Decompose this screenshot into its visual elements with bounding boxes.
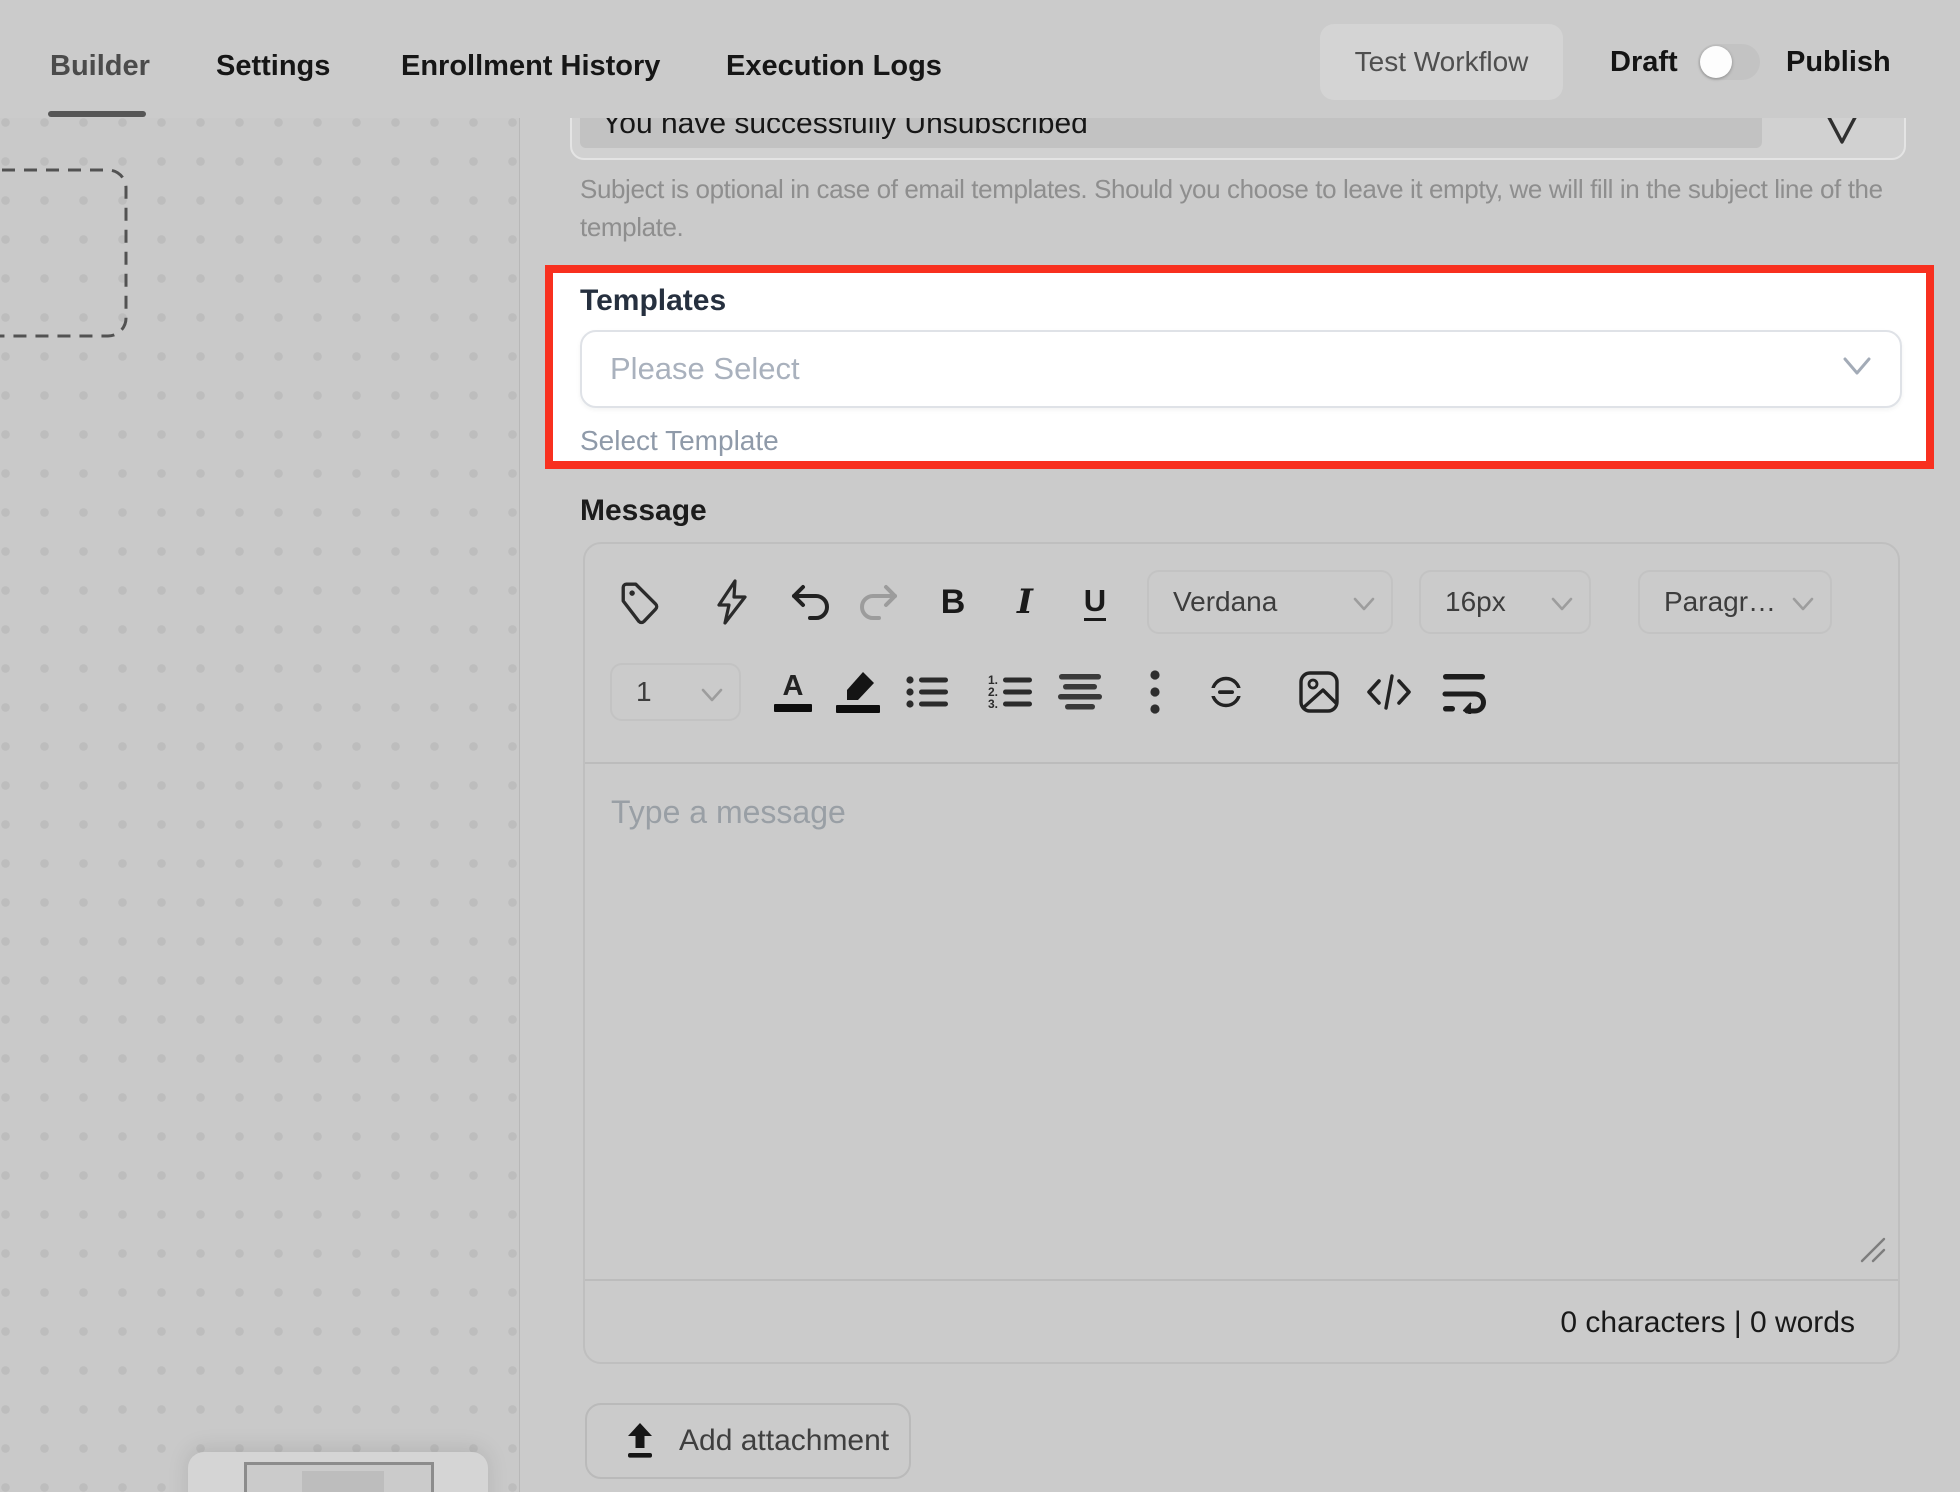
- highlight-color-button[interactable]: [830, 664, 886, 720]
- font-size-dropdown[interactable]: 16px: [1419, 570, 1591, 634]
- chevron-down-icon: [1353, 597, 1375, 611]
- highlight-box: Templates Please Select Select Template: [545, 265, 1934, 469]
- chevron-down-icon: [1551, 597, 1573, 611]
- message-editor: B I U Verdana 16px Paragr…: [583, 542, 1900, 1364]
- font-size-value: 16px: [1445, 586, 1506, 618]
- bullet-list-button[interactable]: [899, 664, 955, 720]
- message-input[interactable]: Type a message: [611, 794, 846, 831]
- paragraph-format-dropdown[interactable]: Paragr…: [1638, 570, 1832, 634]
- svg-text:3.: 3.: [988, 697, 998, 711]
- tag-icon: [618, 579, 664, 625]
- align-button[interactable]: [1052, 664, 1108, 720]
- underline-label: U: [1084, 584, 1106, 621]
- italic-button[interactable]: I: [997, 574, 1053, 630]
- kebab-menu-icon: [1149, 669, 1161, 715]
- image-icon: [1297, 670, 1341, 714]
- code-icon: [1365, 672, 1413, 712]
- line-height-value: 1: [636, 676, 652, 708]
- wrap-text-button[interactable]: [1437, 664, 1493, 720]
- node-settings-panel: You have successfully Unsubscribed Subje…: [521, 118, 1960, 1492]
- chevron-down-icon: [1792, 597, 1814, 611]
- chevron-down-icon: [701, 688, 723, 702]
- tab-builder[interactable]: Builder: [50, 50, 150, 83]
- template-select-placeholder: Please Select: [610, 332, 800, 406]
- link-icon: [1204, 675, 1248, 709]
- code-button[interactable]: [1361, 664, 1417, 720]
- redo-button[interactable]: [850, 574, 906, 630]
- subject-combobox[interactable]: You have successfully Unsubscribed: [570, 118, 1906, 160]
- bold-button[interactable]: B: [925, 574, 981, 630]
- message-label: Message: [580, 494, 707, 528]
- workflow-node-placeholder[interactable]: [0, 168, 130, 340]
- workflow-builder-app: You have successfully Unsubscribed Subje…: [0, 0, 1960, 1492]
- tag-button[interactable]: [613, 574, 669, 630]
- workflow-canvas[interactable]: [0, 118, 520, 1492]
- test-workflow-button[interactable]: Test Workflow: [1320, 24, 1563, 100]
- bold-label: B: [941, 583, 966, 622]
- align-icon: [1057, 672, 1103, 712]
- subject-helper-text: Subject is optional in case of email tem…: [580, 170, 1920, 246]
- toggle-knob: [1700, 46, 1732, 78]
- draft-label: Draft: [1610, 46, 1678, 79]
- bullet-list-icon: [904, 672, 950, 712]
- top-navigation: Builder Settings Enrollment History Exec…: [0, 0, 1960, 118]
- toolbar-divider: [585, 762, 1898, 764]
- tab-settings[interactable]: Settings: [216, 50, 330, 83]
- templates-label: Templates: [580, 284, 726, 318]
- tab-enrollment-history[interactable]: Enrollment History: [401, 50, 660, 83]
- text-color-letter: A: [783, 672, 804, 700]
- canvas-minimap[interactable]: [188, 1452, 488, 1492]
- dynamic-content-button[interactable]: [704, 574, 760, 630]
- upload-icon: [623, 1422, 657, 1460]
- text-color-swatch: [774, 704, 812, 712]
- paragraph-format-value: Paragr…: [1664, 586, 1776, 618]
- add-attachment-button[interactable]: Add attachment: [585, 1403, 911, 1479]
- minimap-frame: [244, 1462, 434, 1492]
- italic-label: I: [1017, 582, 1033, 622]
- line-height-dropdown[interactable]: 1: [610, 663, 741, 721]
- subject-input[interactable]: You have successfully Unsubscribed: [580, 118, 1762, 148]
- lightning-icon: [711, 578, 753, 626]
- link-button[interactable]: [1198, 664, 1254, 720]
- tab-execution-logs[interactable]: Execution Logs: [726, 50, 942, 83]
- font-family-value: Verdana: [1173, 586, 1277, 618]
- underline-button[interactable]: U: [1067, 574, 1123, 630]
- chevron-down-icon: [1818, 118, 1866, 148]
- wrap-text-icon: [1441, 670, 1489, 714]
- chevron-down-icon: [1842, 356, 1872, 378]
- publish-label: Publish: [1786, 46, 1891, 79]
- highlight-color-icon: [838, 671, 878, 701]
- template-select[interactable]: Please Select: [580, 330, 1902, 408]
- undo-button[interactable]: [783, 574, 839, 630]
- more-options-button[interactable]: [1127, 664, 1183, 720]
- undo-icon: [790, 582, 832, 622]
- ordered-list-button[interactable]: 1. 2. 3.: [983, 664, 1039, 720]
- ordered-list-icon: 1. 2. 3.: [988, 672, 1034, 712]
- font-family-dropdown[interactable]: Verdana: [1147, 570, 1393, 634]
- add-attachment-label: Add attachment: [679, 1424, 889, 1458]
- char-word-counter: 0 characters | 0 words: [1560, 1306, 1855, 1340]
- text-color-button[interactable]: A: [765, 664, 821, 720]
- resize-handle-icon[interactable]: [1859, 1236, 1887, 1264]
- minimap-viewport: [302, 1471, 384, 1492]
- redo-icon: [857, 582, 899, 622]
- image-button[interactable]: [1291, 664, 1347, 720]
- select-template-helper: Select Template: [580, 425, 779, 457]
- active-tab-underline: [48, 111, 146, 117]
- publish-toggle[interactable]: [1698, 44, 1760, 80]
- highlight-color-swatch: [836, 705, 880, 713]
